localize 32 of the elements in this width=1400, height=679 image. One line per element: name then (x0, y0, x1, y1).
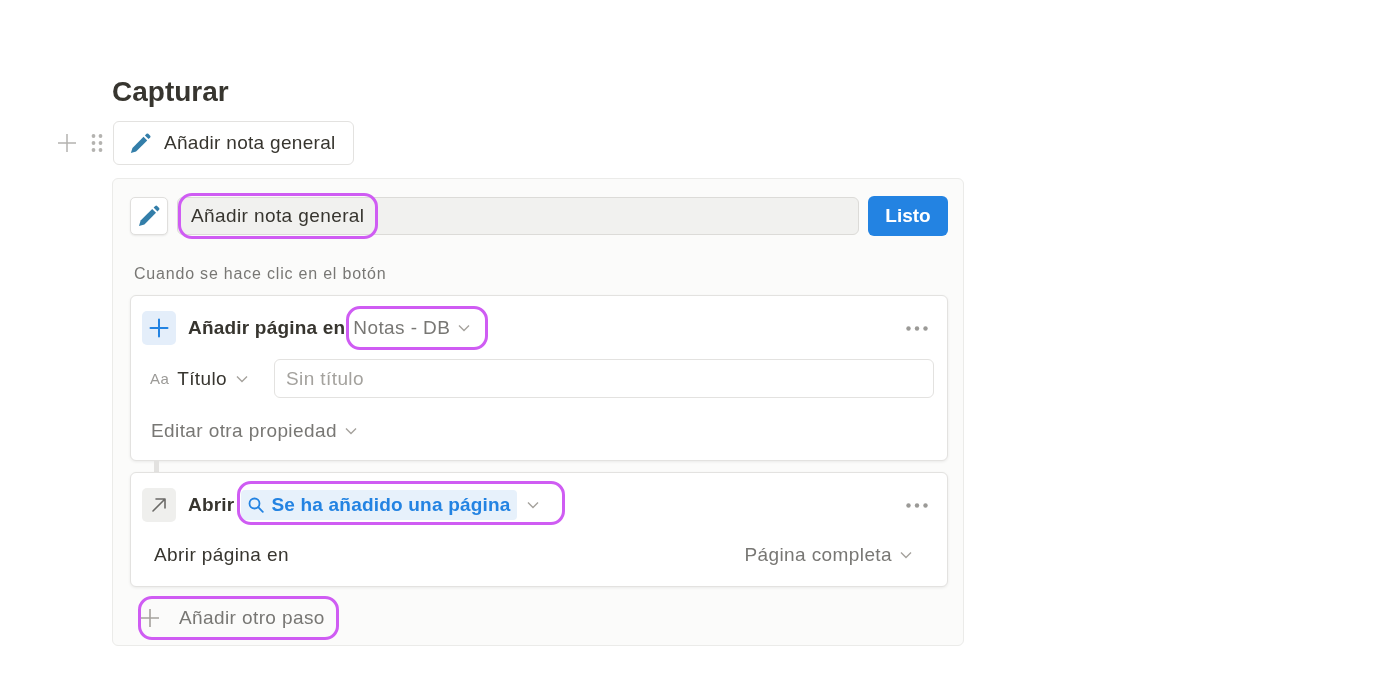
chip-label: Se ha añadido una página (271, 494, 511, 516)
database-dropdown[interactable]: Notas - DB (353, 317, 471, 339)
chevron-down-icon (900, 551, 912, 559)
chevron-down-icon (458, 324, 471, 332)
plus-icon (140, 608, 160, 628)
open-mode-dropdown[interactable]: Página completa (744, 544, 912, 566)
chevron-down-icon (236, 374, 249, 383)
property-name[interactable]: Título (177, 367, 228, 390)
step-action-label: Añadir página en (188, 317, 346, 339)
more-icon[interactable] (906, 502, 928, 508)
page-reference-chip[interactable]: Se ha añadido una página (241, 490, 517, 520)
option-label: Abrir página en (154, 544, 289, 566)
input-field[interactable]: Sin título (274, 359, 934, 398)
pencil-icon (129, 131, 152, 155)
arrow-up-right-icon (142, 488, 176, 522)
drag-handle-icon[interactable] (91, 133, 103, 153)
plus-icon (142, 311, 176, 345)
action-button[interactable]: Añadir nota general (113, 121, 354, 165)
pencil-icon (137, 204, 161, 228)
edit-property-dropdown[interactable]: Editar otra propiedad (151, 420, 357, 442)
trigger-label: Cuando se hace clic en el botón (133, 265, 388, 283)
chevron-down-icon (344, 427, 357, 435)
more-icon[interactable] (906, 325, 928, 331)
chevron-down-icon (526, 501, 539, 509)
icon-picker-button[interactable] (130, 197, 168, 235)
add-step-button[interactable]: Añadir otro paso (140, 607, 325, 629)
property-type-label: Aa (150, 370, 170, 387)
done-button[interactable]: Listo (868, 196, 948, 236)
step-action-label: Abrir (188, 494, 235, 516)
search-icon (248, 497, 265, 513)
plus-icon[interactable] (57, 133, 77, 153)
section-title: Capturar (112, 76, 229, 108)
